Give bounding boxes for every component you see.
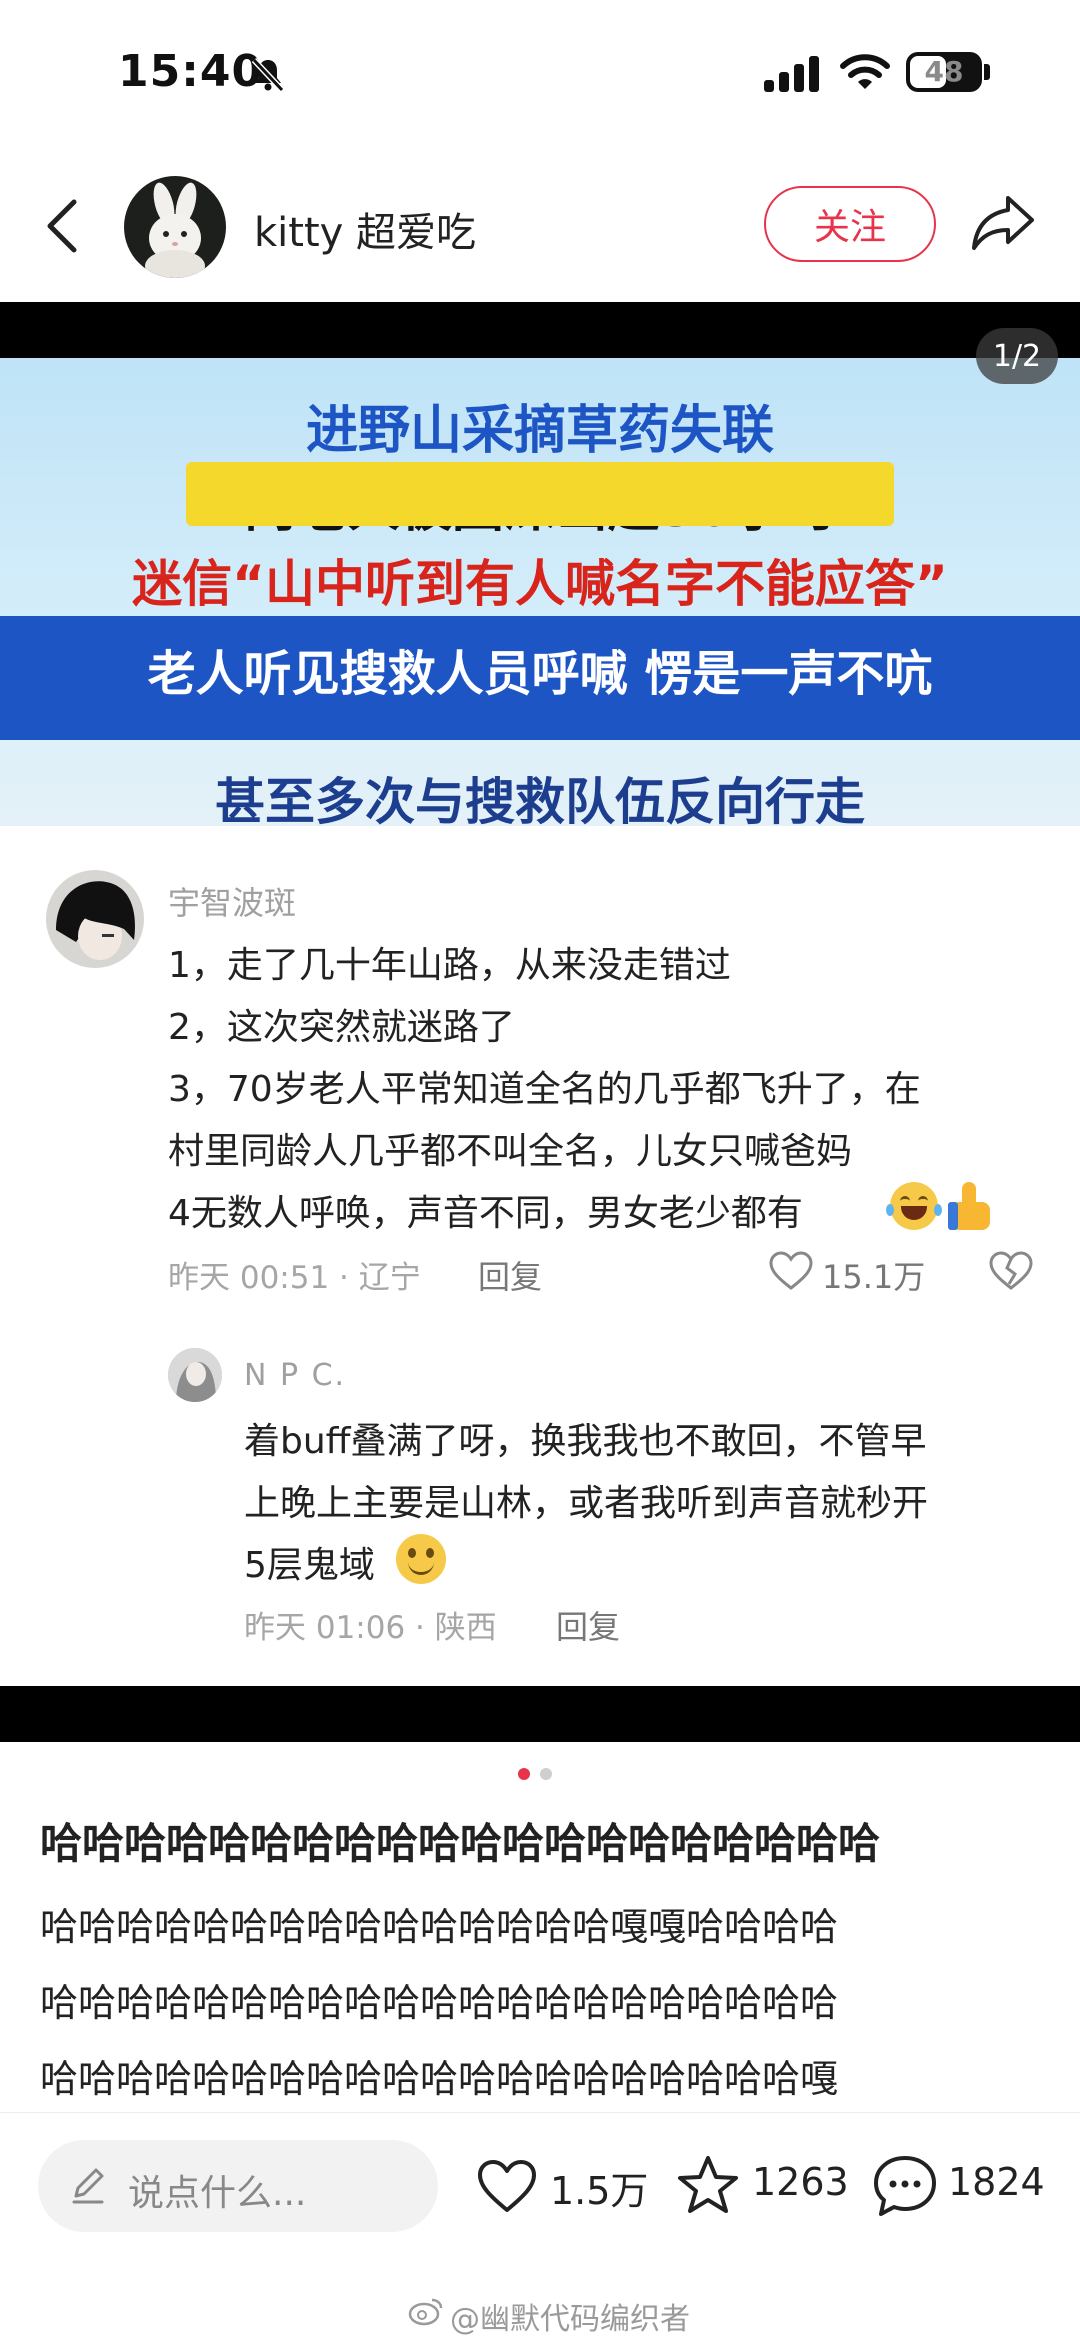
reply-line-2: 上晚上主要是山林，或者我听到声音就秒开 bbox=[244, 1483, 929, 1524]
mute-bell-icon bbox=[251, 57, 285, 93]
carousel-dot-active[interactable] bbox=[518, 1768, 530, 1780]
reply-avatar bbox=[168, 1348, 222, 1402]
broken-heart-icon bbox=[989, 1251, 1033, 1290]
author-avatar[interactable] bbox=[124, 176, 226, 278]
rabbit-avatar-image bbox=[145, 182, 205, 278]
post-body-line-1: 哈哈哈哈哈哈哈哈哈哈哈哈哈哈哈嘎嘎哈哈哈哈 bbox=[40, 1905, 839, 1949]
banner-line-3: 迷信“山中听到有人喊名字不能应答” bbox=[132, 555, 948, 613]
comment-time-location: 昨天 00:51 · 辽宁 bbox=[168, 1260, 421, 1296]
reply-time-location: 昨天 01:06 · 陕西 bbox=[244, 1610, 497, 1646]
page-indicator: 1/2 bbox=[976, 328, 1058, 384]
battery-icon: 48 bbox=[906, 52, 982, 92]
cellular-signal-icon bbox=[764, 56, 819, 92]
carousel-dot[interactable] bbox=[540, 1768, 552, 1780]
comment-line-3: 3，70岁老人平常知道全名的几乎都飞升了，在 bbox=[168, 1069, 921, 1110]
wifi-icon bbox=[840, 54, 890, 89]
comment-input-placeholder: 说点什么... bbox=[128, 2173, 307, 2214]
banner-yellow-highlight bbox=[186, 462, 894, 526]
weibo-logo-icon bbox=[408, 2298, 443, 2326]
watermark-text: @幽默代码编织者 bbox=[450, 2302, 690, 2337]
pencil-icon bbox=[72, 2168, 104, 2204]
commenter-name: 宇智波斑 bbox=[168, 884, 297, 922]
commenter-avatar bbox=[46, 870, 144, 968]
battery-cap bbox=[984, 64, 990, 80]
comment-bubble-icon[interactable] bbox=[872, 2154, 938, 2218]
like-count[interactable]: 1.5万 bbox=[550, 2160, 648, 2215]
anime-avatar-image bbox=[56, 881, 135, 960]
status-time: 15:40 bbox=[118, 46, 264, 97]
media-carousel[interactable]: 进野山采摘草药失联 两老人被困深山超30小时 迷信“山中听到有人喊名字不能应答”… bbox=[0, 302, 1080, 1742]
post-title: 哈哈哈哈哈哈哈哈哈哈哈哈哈哈哈哈哈哈哈哈 bbox=[40, 1819, 881, 1868]
comment-line-2: 2，这次突然就迷路了 bbox=[168, 1007, 515, 1048]
reply-line-3: 5层鬼域 bbox=[244, 1545, 375, 1586]
back-arrow-icon[interactable] bbox=[42, 196, 82, 256]
comment-line-1: 1，走了几十年山路，从来没走错过 bbox=[168, 945, 731, 986]
comment-screenshot: 宇智波斑 1，走了几十年山路，从来没走错过 2，这次突然就迷路了 3，70岁老人… bbox=[0, 826, 1080, 1686]
post-body-line-3: 哈哈哈哈哈哈哈哈哈哈哈哈哈哈哈哈哈哈哈哈嘎 bbox=[40, 2057, 839, 2101]
smile-emoji-icon bbox=[396, 1534, 446, 1584]
comment-input[interactable]: 说点什么... bbox=[38, 2140, 438, 2232]
author-name[interactable]: kitty 超爱吃 bbox=[254, 200, 476, 258]
comment-like-count: 15.1万 bbox=[822, 1258, 926, 1296]
share-icon[interactable] bbox=[970, 192, 1036, 254]
reply-line-1: 着buff叠满了呀，换我我也不敢回，不管早 bbox=[244, 1421, 927, 1462]
favorite-count[interactable]: 1263 bbox=[752, 2160, 849, 2204]
like-heart-icon[interactable] bbox=[476, 2158, 538, 2216]
comment-reply-link: 回复 bbox=[478, 1258, 543, 1296]
favorite-star-icon[interactable] bbox=[676, 2154, 740, 2216]
banner-line-5: 甚至多次与搜救队伍反向行走 bbox=[215, 773, 865, 826]
comment-count[interactable]: 1824 bbox=[948, 2160, 1045, 2204]
reply-avatar-image bbox=[168, 1348, 222, 1402]
news-banner-image: 进野山采摘草药失联 两老人被困深山超30小时 迷信“山中听到有人喊名字不能应答”… bbox=[0, 358, 1080, 826]
reply-author-name: N P C. bbox=[244, 1358, 347, 1393]
comment-line-5: 4无数人呼唤，声音不同，男女老少都有 bbox=[168, 1193, 803, 1234]
comment-line-4: 村里同龄人几乎都不叫全名，儿女只喊爸妈 bbox=[168, 1131, 853, 1172]
comment-heart-icon bbox=[769, 1251, 813, 1290]
banner-line-1: 进野山采摘草药失联 bbox=[305, 401, 774, 461]
post-body-line-2: 哈哈哈哈哈哈哈哈哈哈哈哈哈哈哈哈哈哈哈哈哈 bbox=[40, 1981, 839, 2025]
thumbs-up-emoji-icon bbox=[948, 1180, 994, 1230]
laughing-emoji-icon bbox=[886, 1182, 942, 1230]
banner-line-4: 老人听见搜救人员呼喊 愣是一声不吭 bbox=[147, 646, 933, 702]
battery-level: 48 bbox=[924, 55, 964, 88]
follow-button[interactable]: 关注 bbox=[764, 186, 936, 262]
reply-reply-link: 回复 bbox=[556, 1608, 621, 1646]
